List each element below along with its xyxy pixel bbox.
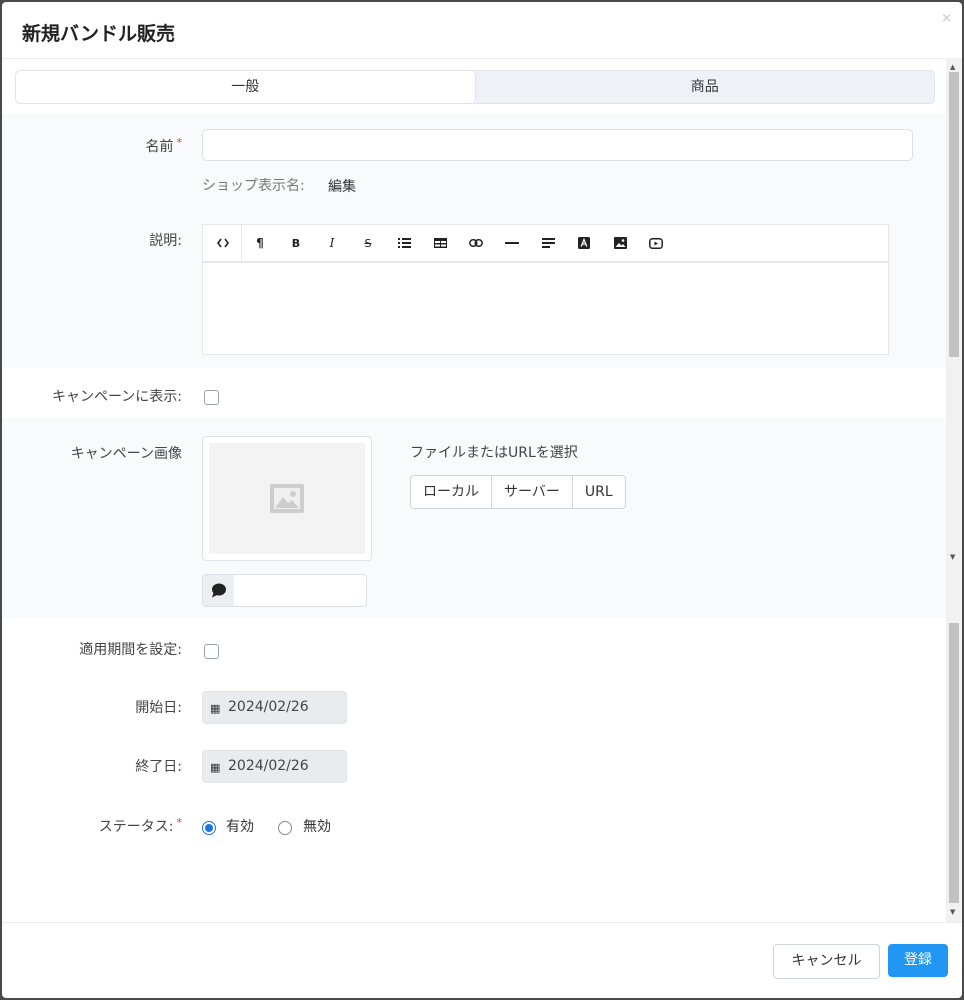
description-label: 説明: [149, 233, 182, 249]
campaign-image-label: キャンペーン画像 [70, 446, 182, 462]
image-placeholder-icon [270, 484, 304, 513]
file-or-url-hint: ファイルまたはURLを選択 [410, 445, 578, 461]
modal-header: 新規バンドル販売 × [2, 2, 962, 59]
image-caption-field [202, 574, 367, 607]
calendar-icon: ▦ [210, 702, 221, 715]
description-content[interactable] [203, 263, 888, 354]
bold-icon[interactable]: B [278, 225, 314, 261]
end-date-label: 終了日: [135, 759, 182, 775]
close-icon[interactable]: × [941, 11, 952, 26]
description-editor: ¶ B I S [202, 224, 889, 355]
image-icon[interactable] [602, 225, 638, 261]
image-placeholder [209, 443, 365, 554]
video-icon[interactable] [638, 225, 674, 261]
start-date-value: 2024/02/26 [228, 699, 309, 715]
submit-button[interactable]: 登録 [888, 944, 948, 977]
status-label: ステータス: * [98, 816, 183, 835]
scroll-up-arrow[interactable]: ▲ [950, 63, 955, 71]
image-caption-input[interactable] [235, 575, 363, 604]
table-icon[interactable] [422, 225, 458, 261]
strikethrough-icon[interactable]: S [350, 225, 386, 261]
status-active-radio[interactable] [202, 821, 216, 835]
vertical-scrollbar[interactable]: ▲ ▼ ▼ [946, 58, 962, 922]
status-active-label: 有効 [226, 819, 254, 835]
tab-bar: 一般 商品 [15, 70, 935, 104]
set-period-checkbox[interactable] [204, 644, 219, 659]
campaign-image-preview[interactable] [202, 436, 372, 561]
scroll-down-arrow-bottom[interactable]: ▼ [950, 908, 955, 916]
required-mark: * [176, 816, 183, 829]
set-period-label: 適用期間を設定: [79, 642, 182, 658]
local-button[interactable]: ローカル [411, 476, 492, 508]
cancel-button[interactable]: キャンセル [773, 944, 880, 979]
shop-display-label: ショップ表示名: [202, 178, 305, 194]
status-inactive-label: 無効 [303, 819, 331, 835]
modal-title: 新規バンドル販売 [22, 23, 175, 45]
scroll-thumb-upper[interactable] [949, 72, 959, 357]
start-date-field[interactable]: ▦ 2024/02/26 [202, 691, 347, 724]
horizontal-rule-icon[interactable] [494, 225, 530, 261]
tab-general[interactable]: 一般 [16, 71, 476, 103]
tab-products[interactable]: 商品 [476, 71, 935, 103]
link-icon[interactable] [458, 225, 494, 261]
list-icon[interactable] [386, 225, 422, 261]
shop-display-edit-link[interactable]: 編集 [328, 176, 356, 196]
end-date-field[interactable]: ▦ 2024/02/26 [202, 750, 347, 783]
scroll-down-arrow[interactable]: ▼ [950, 553, 955, 561]
font-color-icon[interactable] [566, 225, 602, 261]
name-label: 名前 * [145, 136, 183, 155]
paragraph-icon[interactable]: ¶ [242, 225, 278, 261]
modal-body: 名前 * ショップ表示名: 編集 説明: ¶ B I S キャンペーンに表示: … [2, 114, 946, 922]
align-icon[interactable] [530, 225, 566, 261]
calendar-icon: ▦ [210, 761, 221, 774]
show-in-campaign-checkbox[interactable] [204, 390, 219, 405]
modal-footer: キャンセル 登録 [2, 922, 962, 998]
show-in-campaign-label: キャンペーンに表示: [51, 389, 182, 405]
url-button[interactable]: URL [572, 476, 625, 508]
start-date-label: 開始日: [135, 700, 182, 716]
editor-toolbar: ¶ B I S [203, 225, 888, 263]
comment-icon [203, 575, 234, 606]
italic-icon[interactable]: I [314, 225, 350, 261]
name-input[interactable] [202, 129, 913, 161]
required-mark: * [176, 136, 183, 149]
code-icon[interactable] [205, 225, 242, 261]
bundle-sale-modal: 新規バンドル販売 × 一般 商品 名前 * ショップ表示名: 編集 説明: ¶ B… [2, 2, 962, 998]
scroll-thumb-lower[interactable] [949, 623, 959, 903]
image-source-buttons: ローカル サーバー URL [410, 475, 626, 509]
server-button[interactable]: サーバー [492, 476, 573, 508]
end-date-value: 2024/02/26 [228, 758, 309, 774]
status-inactive-radio[interactable] [278, 821, 292, 835]
